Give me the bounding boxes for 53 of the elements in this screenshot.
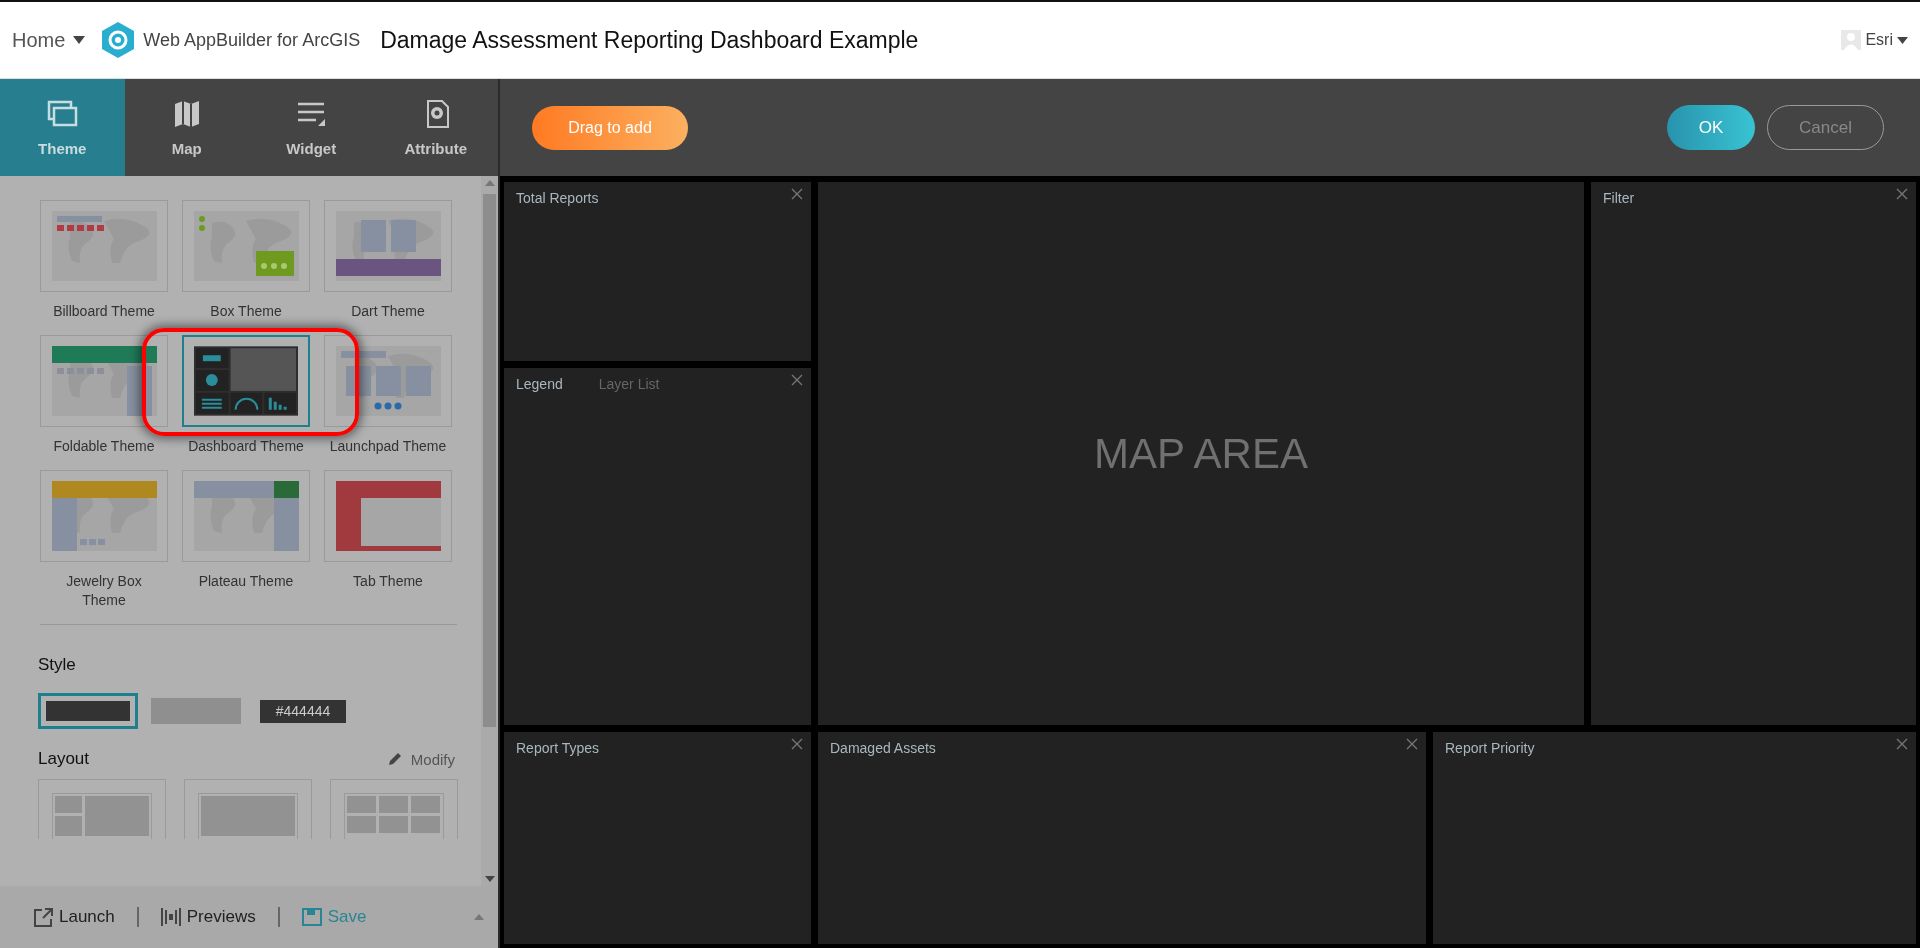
section-heading: Layout (38, 749, 90, 769)
section-heading: Style (38, 655, 77, 675)
color-swatch[interactable] (38, 693, 138, 729)
theme-label: Dart Theme (350, 302, 426, 321)
panel-tab[interactable]: Legend (516, 376, 563, 392)
theme-thumbnail[interactable] (324, 470, 452, 562)
theme-label: Plateau Theme (197, 572, 295, 591)
close-icon[interactable] (1896, 188, 1908, 200)
theme-label: Launchpad Theme (329, 437, 447, 456)
theme-thumbnail[interactable] (40, 335, 168, 427)
theme-thumbnail[interactable] (324, 335, 452, 427)
close-icon[interactable] (1406, 738, 1418, 750)
close-icon[interactable] (791, 374, 803, 386)
theme-label: Box Theme (209, 302, 283, 321)
panel-tab[interactable]: Total Reports (516, 190, 599, 206)
color-code: #444444 (260, 699, 346, 723)
theme-label: Foldable Theme (52, 437, 156, 456)
theme-label: Dashboard Theme (187, 437, 305, 456)
user-menu[interactable]: Esri (1865, 31, 1893, 49)
theme-thumbnail[interactable] (40, 470, 168, 562)
panel-tab[interactable]: Report Priority (1445, 740, 1535, 756)
logo-icon (101, 21, 136, 59)
theme-label: Billboard Theme (52, 302, 156, 321)
floppy-icon (301, 908, 322, 926)
up-arrow-icon[interactable] (484, 180, 495, 186)
theme-thumbnail[interactable] (324, 200, 452, 292)
theme-thumbnail[interactable] (182, 470, 310, 562)
app-title: Damage Assessment Reporting Dashboard Example (380, 26, 919, 54)
close-icon[interactable] (1896, 738, 1908, 750)
app-name: Web AppBuilder for ArcGIS (143, 29, 361, 51)
caret-icon[interactable] (73, 36, 86, 44)
launch-button[interactable]: Launch (34, 907, 115, 927)
panel-tab[interactable]: Filter (1603, 190, 1635, 206)
close-icon[interactable] (791, 738, 803, 750)
home-link[interactable]: Home (12, 28, 66, 52)
up-caret-icon[interactable] (474, 914, 484, 920)
modify-link[interactable]: Modify (386, 750, 455, 768)
down-arrow-icon[interactable] (484, 876, 495, 882)
theme-thumbnail[interactable] (182, 200, 310, 292)
caret-icon[interactable] (1897, 36, 1908, 44)
previews-button[interactable]: Previews (160, 907, 256, 927)
panel-tab[interactable]: Damaged Assets (830, 740, 936, 756)
external-link-icon (34, 907, 53, 927)
theme-label: Tab Theme (352, 572, 424, 591)
preview-icon (160, 908, 181, 926)
theme-label: Jewelry Box Theme (65, 572, 143, 610)
close-icon[interactable] (791, 188, 803, 200)
theme-thumbnail[interactable] (182, 335, 310, 427)
scroll-bar[interactable] (481, 176, 498, 886)
theme-thumbnail[interactable] (40, 200, 168, 292)
pencil-icon (386, 751, 403, 767)
map-placeholder-text: MAP AREA (1094, 429, 1308, 478)
panel-tab[interactable]: Report Types (516, 740, 599, 756)
